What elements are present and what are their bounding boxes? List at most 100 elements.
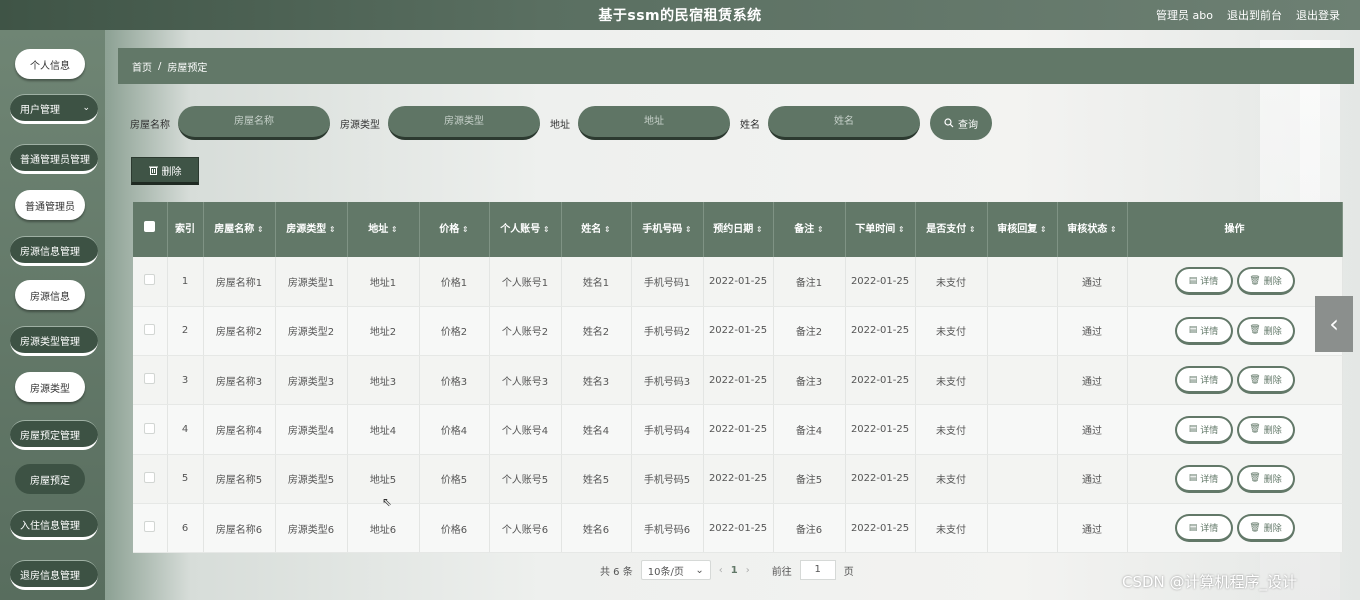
document-icon: ▤ bbox=[1188, 424, 1198, 435]
sidebar-item[interactable]: 房源类型管理 bbox=[10, 326, 98, 356]
row-checkbox[interactable] bbox=[144, 422, 156, 434]
row-checkbox[interactable] bbox=[144, 471, 156, 483]
sidebar-item[interactable]: 普通管理员管理 bbox=[10, 144, 98, 174]
row-delete-button[interactable]: 🗑 删除 bbox=[1236, 415, 1295, 444]
table-cell: 价格5 bbox=[419, 454, 490, 504]
detail-button[interactable]: ▤ 详情 bbox=[1174, 316, 1233, 345]
column-header-label: 地址 bbox=[368, 223, 389, 235]
logout-link[interactable]: 退出登录 bbox=[1296, 7, 1340, 23]
table-cell: 个人账号5 bbox=[489, 454, 562, 504]
table-cell: 2022-01-25 bbox=[845, 355, 916, 406]
select-all-checkbox[interactable] bbox=[144, 220, 156, 232]
table-cell: 未支付 bbox=[915, 306, 988, 357]
actions-cell: ▤ 详情 🗑 删除 bbox=[1127, 454, 1343, 504]
sort-icon[interactable]: ⇕ bbox=[459, 225, 469, 234]
watermark: CSDN @计算机程序_设计 bbox=[1122, 573, 1298, 591]
table-cell: 房屋名称4 bbox=[203, 404, 276, 455]
row-checkbox[interactable] bbox=[144, 521, 156, 533]
sort-icon[interactable]: ⇕ bbox=[601, 225, 611, 234]
goto-input[interactable]: 1 bbox=[799, 560, 836, 580]
row-delete-button[interactable]: 🗑 删除 bbox=[1236, 464, 1295, 493]
search-input-name[interactable] bbox=[768, 106, 920, 140]
column-header[interactable]: 手机号码 ⇕ bbox=[631, 202, 704, 257]
row-delete-button[interactable]: 🗑 删除 bbox=[1236, 267, 1295, 296]
table-cell bbox=[987, 404, 1058, 455]
column-header[interactable]: 个人账号 ⇕ bbox=[489, 202, 562, 257]
table-cell bbox=[133, 404, 168, 455]
detail-button[interactable]: ▤ 详情 bbox=[1174, 267, 1233, 296]
actions-cell: ▤ 详情 🗑 删除 bbox=[1127, 257, 1343, 307]
sort-icon[interactable]: ⇕ bbox=[540, 225, 550, 234]
sort-icon[interactable]: ⇕ bbox=[1107, 225, 1117, 234]
page-size-select[interactable]: 10条/页 ⌄ bbox=[640, 560, 711, 580]
column-header[interactable]: 房源类型 ⇕ bbox=[275, 202, 348, 257]
table-cell: 通过 bbox=[1057, 306, 1128, 357]
table-cell: 未支付 bbox=[915, 257, 988, 307]
sort-icon[interactable]: ⇕ bbox=[388, 225, 398, 234]
row-delete-button[interactable]: 🗑 删除 bbox=[1236, 316, 1295, 345]
page-number[interactable]: 1 bbox=[731, 565, 738, 576]
column-header[interactable]: 是否支付 ⇕ bbox=[915, 202, 988, 257]
search-input-address[interactable] bbox=[578, 106, 730, 140]
query-button[interactable]: 查询 bbox=[930, 106, 992, 140]
search-label-house-type: 房源类型 bbox=[340, 119, 380, 131]
table-row: 3 房屋名称3 房源类型3 地址3 价格3 个人账号3 姓名3 手机号码3 2022-01-25… bbox=[133, 355, 1343, 406]
chevron-left-icon[interactable]: ‹ bbox=[1315, 296, 1353, 352]
sidebar-item[interactable]: 用户管理 ⌄ bbox=[10, 94, 98, 124]
prev-page-button[interactable]: ‹ bbox=[719, 565, 723, 576]
chevron-down-icon: ⌄ bbox=[82, 103, 90, 113]
exit-front-link[interactable]: 退出到前台 bbox=[1227, 7, 1282, 23]
detail-button[interactable]: ▤ 详情 bbox=[1174, 464, 1233, 493]
sidebar-item[interactable]: 普通管理员 bbox=[15, 190, 85, 220]
search-input-house-name[interactable] bbox=[178, 106, 330, 140]
column-header[interactable]: 房屋名称 ⇕ bbox=[203, 202, 276, 257]
column-header[interactable]: 下单时间 ⇕ bbox=[845, 202, 916, 257]
sort-icon[interactable]: ⇕ bbox=[966, 225, 976, 234]
sort-icon[interactable]: ⇕ bbox=[326, 225, 336, 234]
sort-icon[interactable]: ⇕ bbox=[895, 225, 905, 234]
detail-button-label: 详情 bbox=[1200, 326, 1219, 337]
row-checkbox[interactable] bbox=[144, 274, 156, 286]
column-header[interactable]: 姓名 ⇕ bbox=[561, 202, 632, 257]
sidebar-item-label: 房源类型管理 bbox=[20, 336, 80, 348]
sidebar-item[interactable]: 个人信息 bbox=[15, 49, 85, 79]
table-cell bbox=[133, 306, 168, 357]
column-header[interactable]: 审核状态 ⇕ bbox=[1057, 202, 1128, 257]
column-header[interactable]: 价格 ⇕ bbox=[419, 202, 490, 257]
sidebar-item-label: 退房信息管理 bbox=[20, 570, 80, 582]
sidebar-item[interactable]: 房源类型 bbox=[15, 372, 85, 402]
column-header[interactable]: 预约日期 ⇕ bbox=[703, 202, 774, 257]
sort-icon[interactable]: ⇕ bbox=[753, 225, 763, 234]
detail-button[interactable]: ▤ 详情 bbox=[1174, 366, 1233, 395]
sort-icon[interactable]: ⇕ bbox=[814, 225, 824, 234]
search-input-house-type[interactable] bbox=[388, 106, 540, 140]
table-row: 6 房屋名称6 房源类型6 地址6 价格6 个人账号6 姓名6 手机号码6 2022-01-25… bbox=[133, 503, 1343, 554]
sort-icon[interactable]: ⇕ bbox=[1037, 225, 1047, 234]
column-header[interactable]: 地址 ⇕ bbox=[347, 202, 420, 257]
table-cell: 房源类型5 bbox=[275, 454, 348, 504]
sidebar-item[interactable]: 退房信息管理 bbox=[10, 560, 98, 590]
detail-button[interactable]: ▤ 详情 bbox=[1174, 415, 1233, 444]
column-header-label: 个人账号 bbox=[500, 223, 541, 235]
table-cell: 手机号码4 bbox=[631, 404, 704, 455]
sidebar-item[interactable]: 房屋预定管理 bbox=[10, 420, 98, 450]
sort-icon[interactable]: ⇕ bbox=[682, 225, 692, 234]
sidebar-item[interactable]: 房源信息 bbox=[15, 280, 85, 310]
table-cell: 2022-01-25 bbox=[703, 454, 774, 504]
column-header[interactable]: 审核回复 ⇕ bbox=[987, 202, 1058, 257]
row-delete-button[interactable]: 🗑 删除 bbox=[1236, 366, 1295, 395]
breadcrumb-home[interactable]: 首页 bbox=[132, 59, 152, 74]
sort-icon[interactable]: ⇕ bbox=[254, 225, 264, 234]
row-checkbox[interactable] bbox=[144, 323, 156, 335]
row-delete-button[interactable]: 🗑 删除 bbox=[1236, 514, 1295, 543]
sidebar-item[interactable]: 房源信息管理 bbox=[10, 236, 98, 266]
row-checkbox[interactable] bbox=[144, 373, 156, 385]
sidebar-item[interactable]: 房屋预定 bbox=[15, 464, 85, 494]
next-page-button[interactable]: › bbox=[746, 565, 750, 576]
sidebar-item-label: 房源信息 bbox=[30, 291, 70, 303]
table-cell: 姓名1 bbox=[561, 257, 632, 307]
column-header[interactable]: 备注 ⇕ bbox=[773, 202, 846, 257]
batch-delete-button[interactable]: 删除 bbox=[131, 157, 199, 185]
detail-button[interactable]: ▤ 详情 bbox=[1174, 514, 1233, 543]
sidebar-item[interactable]: 入住信息管理 bbox=[10, 510, 98, 540]
